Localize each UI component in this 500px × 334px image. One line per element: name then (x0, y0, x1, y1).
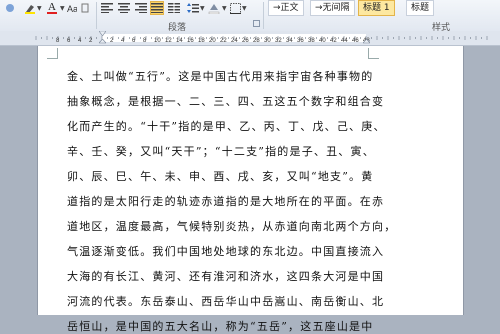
borders-icon[interactable] (229, 1, 241, 15)
font-color-button[interactable]: A (45, 1, 59, 15)
ruler-number: 2 (89, 38, 93, 44)
document-text-line[interactable]: 抽象概念，是根据一、二、三、四、五这五个数字和组合变 (67, 93, 387, 109)
document-text-line[interactable]: 大海的有长江、黄河、还有淮河和济水，这四条大河是中国 (67, 268, 387, 284)
document-text-line[interactable]: 道地区，温度最高，气候特别炎热，从赤道向南北两个方向， (67, 218, 395, 234)
group-separator (96, 2, 97, 29)
ruler-number: 40 (319, 38, 326, 44)
horizontal-ruler[interactable]: 8 6 4 2 2 4 6 8 10 12 14 16 18 20 22 24 26 28 30 32 34 36 38 40… (0, 31, 500, 46)
document-text-line[interactable]: 气温逐渐变低。我们中国地处地球的东北边。中国直接流入 (67, 243, 387, 259)
font-launcher-icon[interactable] (81, 1, 89, 15)
ruler-number: 34 (286, 38, 293, 44)
hanging-indent-marker[interactable] (99, 39, 106, 45)
text-effects-icon[interactable] (3, 1, 17, 15)
font-color-dropdown-icon[interactable]: ▼ (60, 5, 65, 12)
ruler-number: 6 (132, 38, 136, 44)
align-center-icon[interactable] (117, 1, 131, 15)
ruler-number: 38 (308, 38, 315, 44)
ruler-number: 14 (176, 38, 183, 44)
ruler-number: 4 (121, 38, 125, 44)
align-right-icon[interactable] (134, 1, 148, 15)
document-text-line[interactable]: 辛、壬、癸，又叫“天干”；“十二支”指的是子、丑、寅、 (67, 143, 387, 159)
ruler-number: 26 (242, 38, 249, 44)
ruler-number: 42 (330, 38, 337, 44)
ruler-number: 36 (297, 38, 304, 44)
right-indent-marker[interactable] (363, 39, 370, 45)
ruler-number: 2 (110, 38, 114, 44)
first-line-indent-marker[interactable] (99, 31, 106, 36)
ruler-number: 22 (220, 38, 227, 44)
style-normal[interactable]: →正文 (268, 0, 304, 16)
ruler-number: 44 (341, 38, 348, 44)
line-spacing-dropdown-icon[interactable]: ▼ (200, 5, 205, 12)
ruler-number: 8 (56, 38, 60, 44)
justify-icon[interactable] (150, 1, 164, 15)
document-text-line[interactable]: 金、土叫做“五行”。这是中国古代用来指宇宙各种事物的 (67, 68, 387, 84)
shading-icon[interactable] (207, 1, 221, 15)
document-text-line[interactable]: 卯、辰、巳、午、未、申、酉、戌、亥，又叫“地支”。黄 (67, 168, 387, 184)
highlighter-icon[interactable] (23, 1, 37, 15)
document-text-line[interactable]: 河流的代表。东岳泰山、西岳华山中岳嵩山、南岳衡山、北 (67, 293, 387, 309)
ruler-number: 4 (78, 38, 82, 44)
shading-dropdown-icon[interactable]: ▼ (222, 5, 227, 12)
ruler-number: 28 (253, 38, 260, 44)
align-left-icon[interactable] (100, 1, 114, 15)
line-spacing-icon[interactable] (186, 1, 200, 15)
ruler-number: 10 (154, 38, 161, 44)
paragraph-launcher-icon[interactable] (253, 20, 260, 27)
ruler-number: 24 (231, 38, 238, 44)
aa-icon[interactable]: Aa (67, 1, 77, 15)
ruler-number: 12 (165, 38, 172, 44)
ruler-ticks: 8 6 4 2 2 4 6 8 10 12 14 16 18 20 22 24 26 28 30 32 34 36 38 40… (35, 36, 488, 44)
borders-dropdown-icon[interactable]: ▼ (242, 5, 247, 12)
document-text-line[interactable]: 化而产生的。“十干”指的是甲、乙、丙、丁、戊、己、庚、 (67, 118, 387, 134)
font-color-swatch (47, 12, 57, 14)
ruler-number: 30 (264, 38, 271, 44)
style-no-spacing[interactable]: →无间隔 (310, 0, 355, 16)
ruler-number: 18 (198, 38, 205, 44)
ruler-number: 6 (67, 38, 71, 44)
group-separator (263, 2, 264, 29)
highlight-dropdown-icon[interactable]: ▼ (37, 5, 42, 12)
ruler-number: 46 (352, 38, 359, 44)
document-area: 金、土叫做“五行”。这是中国古代用来指宇宙各种事物的 抽象概念，是根据一、二、三、… (0, 46, 500, 333)
ribbon: ▼ A ▼ Aa ▼ ▼ ▼ 段落 →正文 →无间隔 标题 1 标题 样式 (0, 0, 500, 33)
svg-text:Aa: Aa (67, 4, 77, 14)
ruler-number: 8 (143, 38, 147, 44)
margin-corner-mark (47, 48, 58, 59)
document-text-line[interactable]: 岳恒山，是中国的五大名山，称为“五岳”，这五座山是中 (67, 318, 387, 334)
distributed-icon[interactable] (167, 1, 181, 15)
document-text-line[interactable]: 道指的是太阳行走的轨迹赤道指的是大地所在的平面。在赤 (67, 193, 387, 209)
ruler-number: 32 (275, 38, 282, 44)
ruler-number: 16 (187, 38, 194, 44)
style-title[interactable]: 标题 (406, 0, 435, 16)
font-color-glyph: A (48, 1, 56, 13)
style-heading-1[interactable]: 标题 1 (358, 0, 395, 16)
margin-corner-mark (368, 48, 379, 59)
ruler-number: 20 (209, 38, 216, 44)
